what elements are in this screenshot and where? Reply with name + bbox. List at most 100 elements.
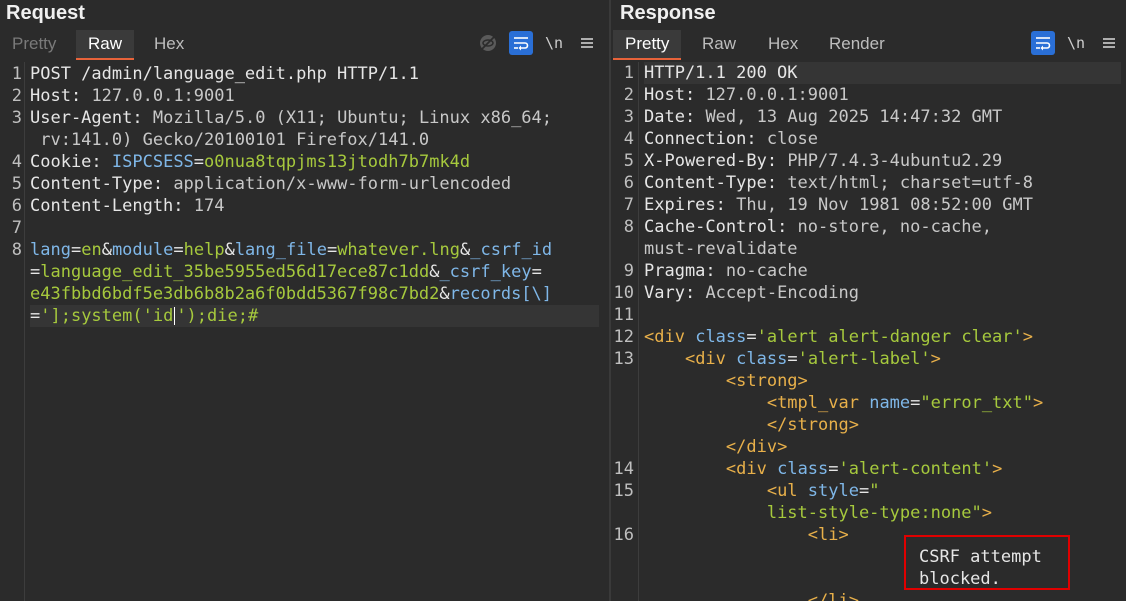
- header-value: application/x-www-form-urlencoded: [163, 174, 512, 194]
- line-number: 7: [11, 218, 22, 238]
- header-line: Content-Type: application/x-www-form-url…: [30, 174, 512, 194]
- header-name: Content-Type: [644, 173, 767, 193]
- param-name: lang_file: [234, 240, 327, 260]
- html-tag: <strong>: [725, 371, 808, 391]
- header-name: Cookie: [30, 152, 92, 172]
- header-value: 127.0.0.1:9001: [81, 86, 235, 106]
- param-name: module: [111, 240, 174, 260]
- param-name: records[\]: [449, 284, 553, 304]
- header-line: Content-Type: text/html; charset=utf-8: [644, 173, 1033, 193]
- header-line-wrap: rv:141.0) Gecko/20100101 Firefox/141.0: [30, 129, 429, 151]
- html-line-wrap: <strong>: [644, 370, 808, 392]
- header-value: text/html; charset=utf-8: [777, 173, 1033, 193]
- html-attr: name: [869, 393, 911, 413]
- html-tag: >: [930, 349, 941, 369]
- menu-icon[interactable]: [575, 31, 599, 55]
- param-value: en: [81, 240, 102, 260]
- request-tab-pretty[interactable]: Pretty: [0, 30, 68, 58]
- response-tab-raw[interactable]: Raw: [690, 30, 748, 58]
- response-tab-pretty[interactable]: Pretty: [613, 30, 682, 60]
- html-line-wrap: </strong>: [644, 414, 859, 436]
- request-editor[interactable]: 1 2 3 4 5 6 7 8 POST /admin/language_edi…: [0, 62, 609, 601]
- html-line: <div class='alert-content'>: [725, 459, 1003, 479]
- line-number: 1: [623, 63, 634, 83]
- line-number: 8: [623, 217, 634, 237]
- html-tag: </div>: [725, 437, 788, 457]
- html-tag: >: [981, 503, 993, 523]
- line-number: 3: [11, 108, 22, 128]
- param-value: help: [183, 240, 225, 260]
- newline-toggle[interactable]: \n: [1064, 31, 1088, 55]
- html-line-wrap: </div>: [644, 436, 787, 458]
- param-value: whatever.lng: [337, 240, 461, 260]
- header-line: X-Powered-By: PHP/7.4.3-4ubuntu2.29: [644, 151, 1003, 171]
- response-tab-render[interactable]: Render: [817, 30, 897, 58]
- response-editor[interactable]: 1 2 3 4 5 6 7 8 9 10 11 12 13 14 15 16 H…: [611, 62, 1126, 601]
- request-line-text: POST /admin/language_edit.php HTTP/1.1: [30, 64, 419, 84]
- request-tab-hex[interactable]: Hex: [142, 30, 196, 58]
- header-value: Accept-Encoding: [695, 283, 859, 303]
- html-tag: <div: [684, 349, 726, 369]
- request-title: Request: [6, 2, 85, 24]
- header-value: 127.0.0.1:9001: [695, 85, 849, 105]
- param-name: lang: [30, 240, 71, 260]
- header-line: Content-Length: 174: [30, 196, 225, 216]
- html-line-wrap: </li>: [644, 590, 859, 601]
- html-tag: >: [992, 459, 1003, 479]
- html-attr: class: [736, 349, 788, 369]
- header-name: Host: [644, 85, 685, 105]
- wrap-icon[interactable]: [1031, 31, 1055, 55]
- header-line: Expires: Thu, 19 Nov 1981 08:52:00 GMT: [644, 195, 1033, 215]
- request-tab-raw[interactable]: Raw: [76, 30, 135, 60]
- response-title: Response: [620, 2, 716, 24]
- html-line: <div class='alert alert-danger clear'>: [644, 327, 1033, 347]
- param-name: _csrf_id: [470, 240, 553, 260]
- html-line: <ul style=": [766, 481, 880, 501]
- body-line-wrap: e43fbbd6bdf5e3db6b8b2a6f0bdd5367f98c7bd2…: [30, 284, 553, 304]
- header-value: Wed, 13 Aug 2025 14:47:32 GMT: [695, 107, 1003, 127]
- header-value: Thu, 19 Nov 1981 08:52:00 GMT: [725, 195, 1033, 215]
- body-line-wrap: =language_edit_35be5955ed56d17ece87c1dd&…: [30, 262, 542, 282]
- line-number: 14: [613, 459, 634, 479]
- header-line-wrap: must-revalidate: [644, 238, 798, 260]
- param-value: e43fbbd6bdf5e3db6b8b2a6f0bdd5367f98c7bd2: [30, 284, 440, 304]
- response-tab-hex[interactable]: Hex: [756, 30, 810, 58]
- header-line: User-Agent: Mozilla/5.0 (X11; Ubuntu; Li…: [30, 108, 553, 128]
- line-number: 8: [11, 240, 22, 260]
- param-value: '];system('id: [40, 306, 174, 326]
- header-line: Host: 127.0.0.1:9001: [30, 86, 235, 106]
- header-name: Content-Length: [30, 196, 174, 216]
- html-line: <div class='alert-label'>: [684, 349, 941, 369]
- newline-toggle[interactable]: \n: [542, 31, 566, 55]
- header-value: Mozilla/5.0 (X11; Ubuntu; Linux x86_64;: [142, 108, 553, 128]
- header-name: Content-Type: [30, 174, 153, 194]
- line-number: 3: [623, 107, 634, 127]
- header-value: no-store, no-cache,: [787, 217, 993, 237]
- header-name: Pragma: [644, 261, 706, 281]
- line-number: 1: [11, 64, 22, 84]
- header-value: PHP/7.4.3-4ubuntu2.29: [777, 151, 1003, 171]
- line-number: 15: [613, 481, 634, 501]
- response-gutter: 1 2 3 4 5 6 7 8 9 10 11 12 13 14 15 16: [611, 62, 639, 601]
- wrap-icon[interactable]: [509, 31, 533, 55]
- html-attr-value: 'alert-content': [838, 459, 993, 479]
- eye-off-icon[interactable]: [476, 31, 500, 55]
- request-gutter: 1 2 3 4 5 6 7 8: [0, 62, 25, 601]
- html-attr: style: [807, 481, 859, 501]
- html-tag: >: [1022, 327, 1033, 347]
- html-tag: <tmpl_var: [766, 393, 859, 413]
- line-number: 5: [623, 151, 634, 171]
- header-line: Host: 127.0.0.1:9001: [644, 85, 849, 105]
- header-value: 174: [183, 196, 225, 216]
- line-number: 12: [613, 327, 634, 347]
- html-tag: <li>: [807, 525, 849, 545]
- html-attr: class: [695, 327, 747, 347]
- header-line: Connection: close: [644, 129, 819, 149]
- header-name: Cache-Control: [644, 217, 778, 237]
- header-line: Date: Wed, 13 Aug 2025 14:47:32 GMT: [644, 107, 1003, 127]
- body-line: lang=en&module=help&lang_file=whatever.l…: [30, 240, 553, 260]
- csrf-blocked-highlight: CSRF attempt blocked.: [904, 535, 1070, 590]
- cookie-value: o0nua8tqpjms13jtodh7b7mk4d: [204, 152, 471, 172]
- line-number: 16: [613, 525, 634, 545]
- menu-icon[interactable]: [1097, 31, 1121, 55]
